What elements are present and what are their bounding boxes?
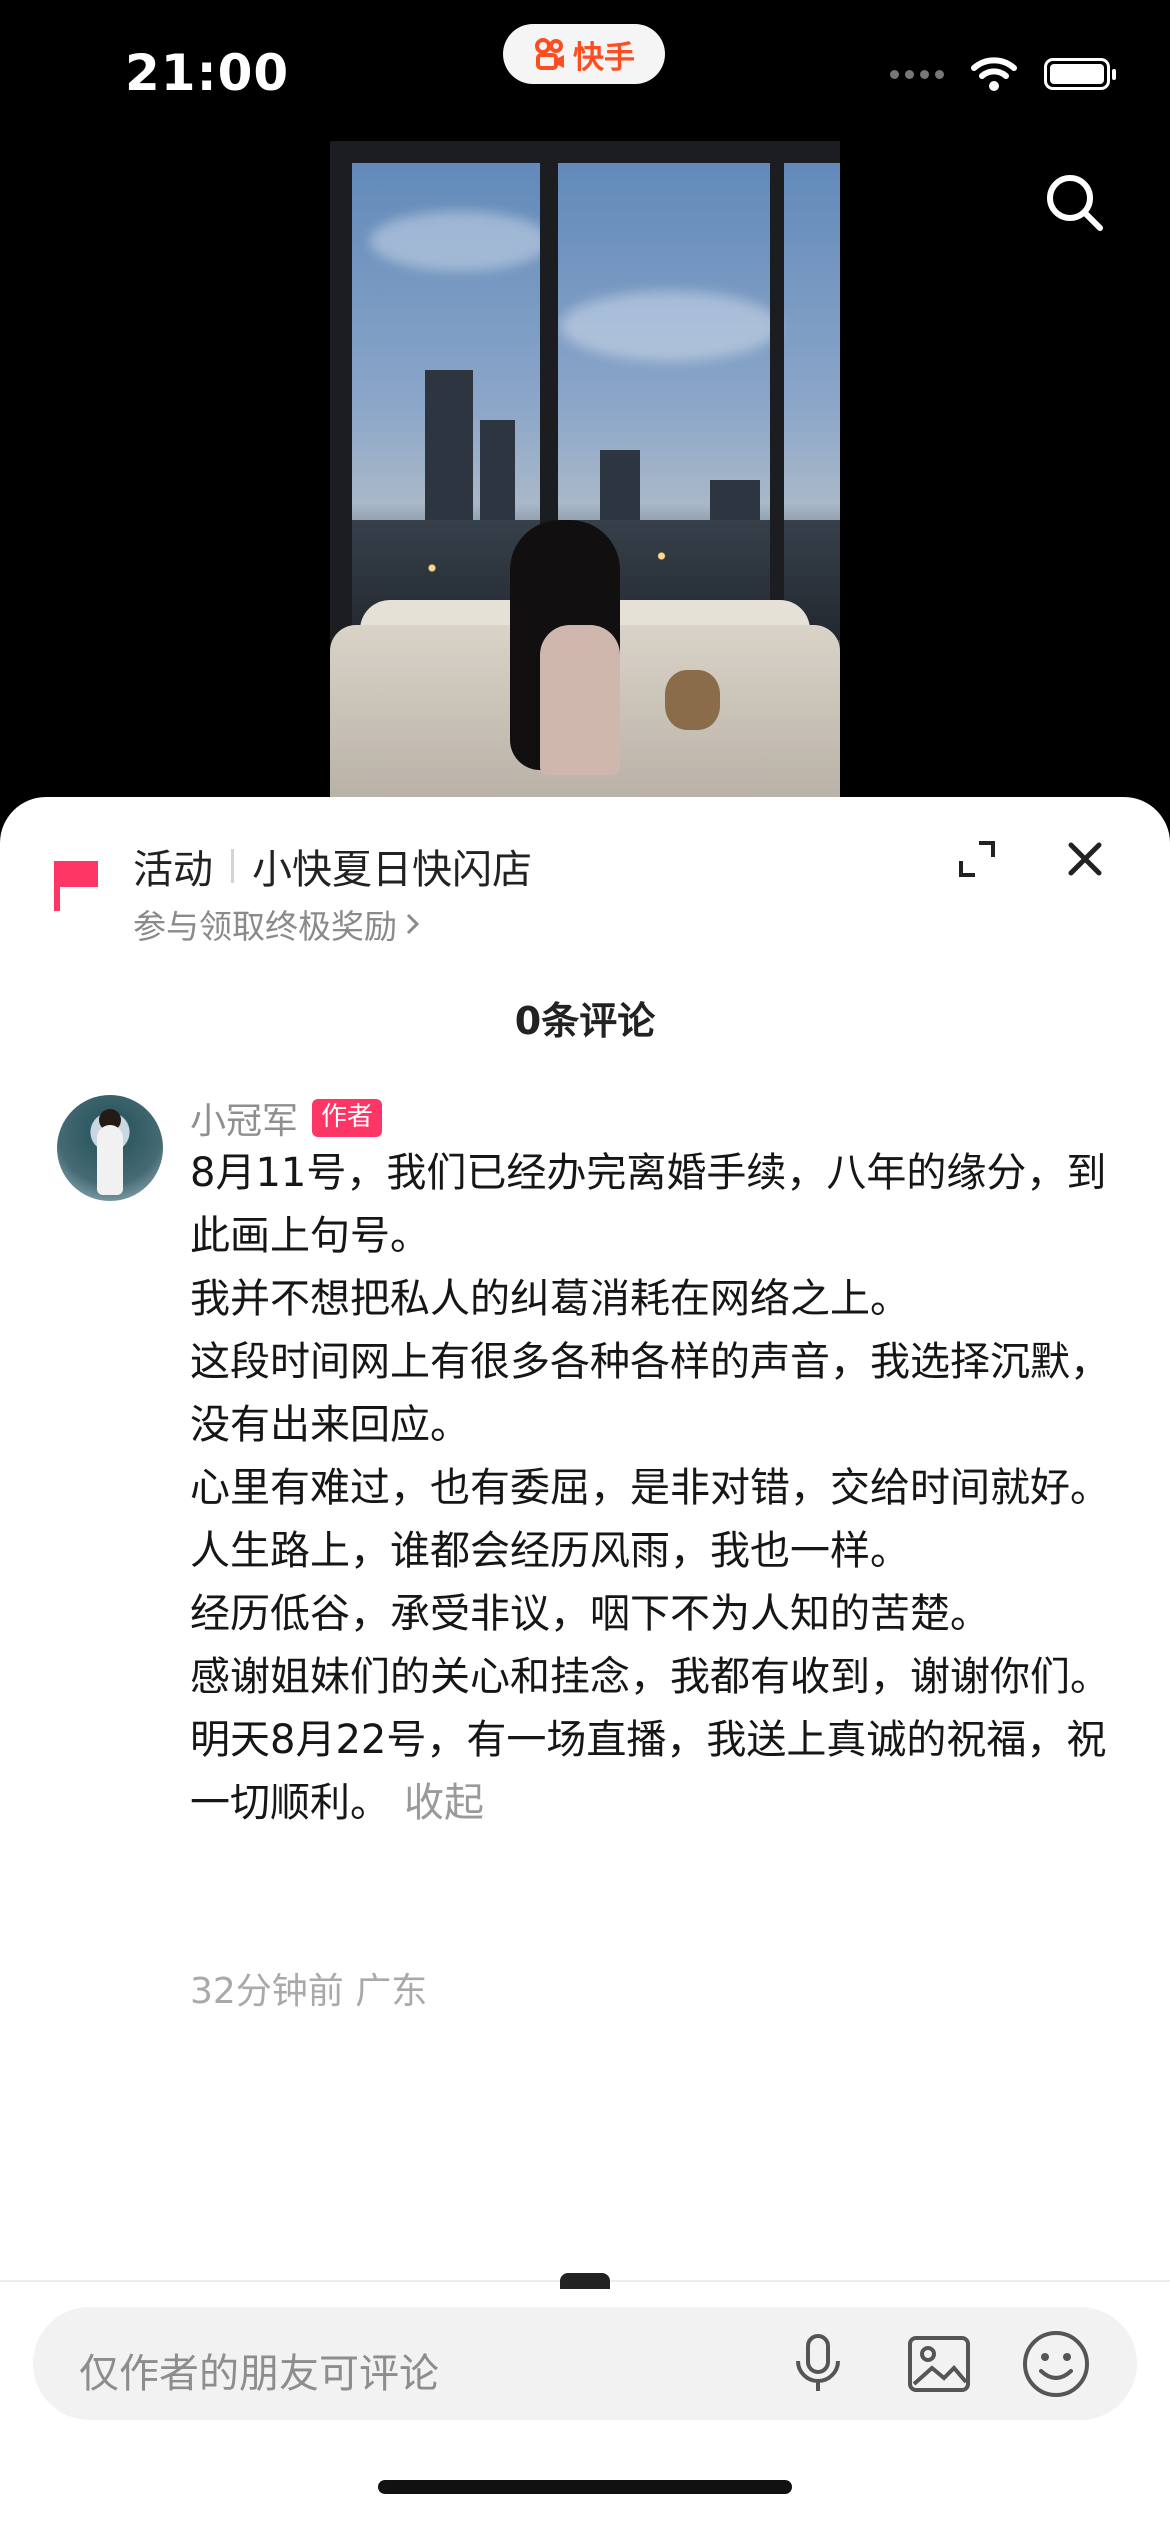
app-name: 快手 <box>573 39 635 76</box>
emoji-icon[interactable] <box>1021 2329 1091 2399</box>
microphone-icon[interactable] <box>788 2333 848 2395</box>
status-time: 21:00 <box>125 44 290 102</box>
comment-input-placeholder: 仅作者的朋友可评论 <box>79 2351 439 2397</box>
kuaishou-logo-icon <box>535 38 564 70</box>
cellular-signal-icon <box>890 69 944 79</box>
comment-line: 8月11号，我们已经办完离婚手续，八年的缘分，到此画上句号。 <box>190 1150 1107 1259</box>
event-divider <box>231 849 234 883</box>
status-bar: 21:00 快手 <box>0 0 1170 140</box>
app-indicator-pill[interactable]: 快手 <box>503 24 665 84</box>
comment-text: 8月11号，我们已经办完离婚手续，八年的缘分，到此画上句号。 我并不想把私人的纠… <box>190 1142 1110 1835</box>
status-icons <box>890 56 1116 92</box>
comment-count: 0条评论 <box>514 999 656 1043</box>
comment-line: 感谢姐妹们的关心和挂念，我都有收到，谢谢你们。 <box>190 1654 1110 1700</box>
author-badge: 作者 <box>312 1099 383 1137</box>
comment-line: 这段时间网上有很多各种各样的声音，我选择沉默，没有出来回应。 <box>190 1339 1110 1448</box>
expand-icon[interactable] <box>957 839 997 879</box>
image-icon[interactable] <box>906 2334 972 2394</box>
comment-meta: 32分钟前 广东 <box>190 1971 428 2012</box>
collapse-button[interactable]: 收起 <box>404 1780 484 1826</box>
avatar[interactable] <box>57 1095 163 1201</box>
close-icon[interactable] <box>1065 839 1105 879</box>
comment-line-last: 明天8月22号，有一场直播，我送上真诚的祝福，祝一切顺利。 收起 <box>190 1709 1110 1835</box>
author-name[interactable]: 小冠军 <box>190 1092 298 1144</box>
search-icon[interactable] <box>1042 170 1106 234</box>
comment-author-row: 小冠军 作者 <box>190 1092 383 1144</box>
event-banner[interactable]: 活动 小快夏日快闪店 <box>133 837 532 895</box>
comment-line: 明天8月22号，有一场直播，我送上真诚的祝福，祝一切顺利。 <box>190 1717 1107 1826</box>
comment-line: 我并不想把私人的纠葛消耗在网络之上。 <box>190 1276 910 1322</box>
event-subtitle: 参与领取终极奖励 <box>133 907 397 946</box>
event-flag-icon <box>54 861 98 911</box>
comment-line: 经历低谷，承受非议，咽下不为人知的苦楚。 <box>190 1591 990 1637</box>
video-player[interactable] <box>330 141 840 800</box>
wifi-icon <box>971 57 1017 91</box>
comment-input[interactable]: 仅作者的朋友可评论 <box>33 2307 1137 2420</box>
chevron-right-icon <box>406 913 420 935</box>
home-indicator[interactable] <box>378 2480 792 2494</box>
comment-sheet: 活动 小快夏日快闪店 参与领取终极奖励 0条评论 小冠军 作者 8月11号，我们… <box>0 797 1170 2532</box>
battery-icon <box>1044 58 1116 90</box>
comment-line: 人生路上，谁都会经历风雨，我也一样。 <box>190 1528 910 1574</box>
event-tag: 活动 <box>133 847 213 893</box>
event-subtitle-link[interactable]: 参与领取终极奖励 <box>133 900 423 948</box>
comment-line: 心里有难过，也有委屈，是非对错，交给时间就好。 <box>190 1465 1110 1511</box>
event-title: 小快夏日快闪店 <box>252 847 532 893</box>
drag-handle <box>560 2273 610 2289</box>
